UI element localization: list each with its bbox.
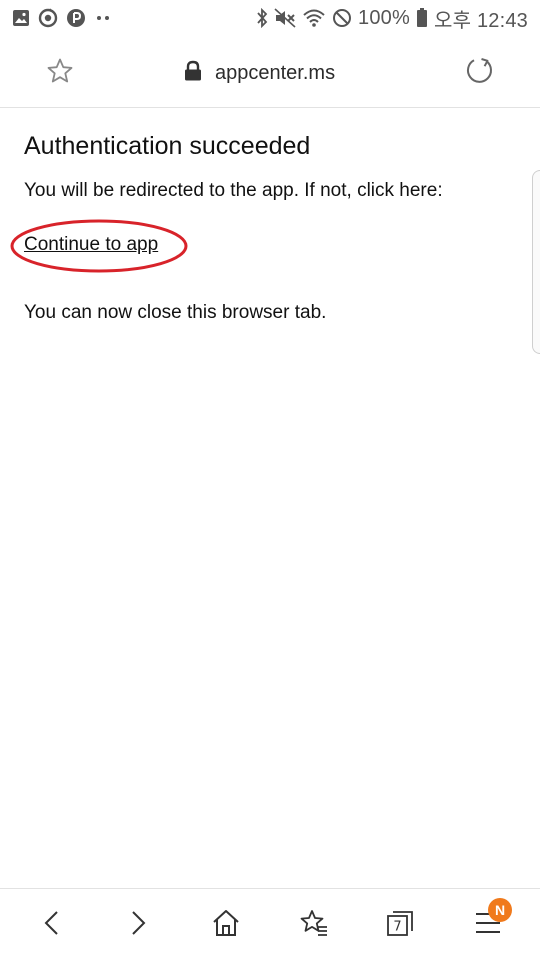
- battery-icon: [416, 8, 428, 28]
- clock: 오후 12:43: [433, 9, 528, 32]
- bluetooth-icon: [256, 8, 268, 28]
- star-icon: [46, 57, 74, 90]
- url-text: appcenter.ms: [215, 61, 336, 84]
- close-tab-message: You can now close this browser tab.: [24, 302, 327, 323]
- bookmark-button[interactable]: [40, 56, 80, 90]
- forward-button[interactable]: [114, 903, 162, 947]
- gallery-icon: [12, 9, 30, 27]
- reload-button[interactable]: [460, 54, 500, 92]
- mute-icon: [274, 8, 296, 28]
- blocked-icon: [332, 8, 352, 28]
- bookmarks-icon: [299, 908, 329, 943]
- url-field[interactable]: appcenter.ms: [183, 58, 335, 88]
- menu-notification-badge: N: [488, 898, 512, 922]
- pay-icon: [66, 8, 86, 28]
- redirect-message: You will be redirected to the app. If no…: [24, 180, 443, 201]
- wifi-icon: [302, 8, 326, 28]
- more-dots-icon: [94, 14, 112, 22]
- back-arrow-icon: [40, 909, 64, 942]
- sync-icon: [38, 8, 58, 28]
- continue-to-app-link[interactable]: Continue to app: [24, 234, 158, 256]
- back-button[interactable]: [28, 903, 76, 947]
- status-bar-left: [12, 8, 112, 28]
- status-bar-right: 100% 오후 12:43: [256, 6, 528, 32]
- home-button[interactable]: [202, 903, 250, 947]
- forward-arrow-icon: [126, 909, 150, 942]
- tabs-button[interactable]: 7: [376, 903, 424, 947]
- bookmarks-button[interactable]: [290, 903, 338, 947]
- page-title: Authentication succeeded: [24, 132, 311, 160]
- battery-percent: 100%: [358, 6, 410, 29]
- home-icon: [211, 908, 241, 943]
- edge-panel-handle[interactable]: [532, 170, 540, 354]
- browser-url-bar: appcenter.ms: [0, 36, 540, 108]
- tabs-icon: 7: [384, 907, 416, 944]
- tab-count: 7: [393, 919, 401, 934]
- continue-link-area: Continue to app: [10, 218, 190, 274]
- lock-icon: [183, 60, 203, 87]
- browser-bottom-bar: 7: [0, 888, 540, 960]
- reload-icon: [465, 56, 495, 91]
- status-bar: 100% 오후 12:43: [0, 0, 540, 36]
